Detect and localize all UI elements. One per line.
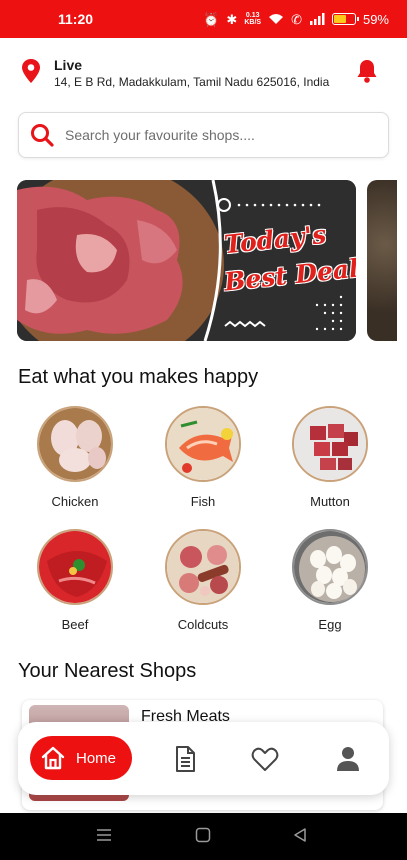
category-label: Mutton xyxy=(310,494,350,509)
home-icon xyxy=(41,746,65,770)
battery-icon xyxy=(331,13,359,25)
net-speed-unit: KB/S xyxy=(244,19,262,26)
location-title: Live xyxy=(54,57,83,73)
back-button-icon[interactable] xyxy=(292,827,308,843)
wifi-call-icon: ✆ xyxy=(291,11,302,27)
category-fish[interactable]: Fish xyxy=(153,406,253,509)
profile-icon[interactable] xyxy=(333,744,363,774)
orders-icon[interactable] xyxy=(170,744,200,774)
net-speed: 0.13 KB/S xyxy=(244,12,261,26)
heart-icon[interactable] xyxy=(250,744,280,774)
category-label: Beef xyxy=(61,617,89,632)
nav-home-label: Home xyxy=(76,749,117,767)
beef-image xyxy=(37,529,113,605)
wifi-icon xyxy=(269,14,284,24)
location-pin-icon xyxy=(22,59,40,83)
battery-percent: 59% xyxy=(362,11,389,27)
status-bar: 11:20 ⏰ ✱ 0.13 KB/S ✆ 59% xyxy=(0,0,407,38)
fish-image xyxy=(165,406,241,482)
category-coldcuts[interactable]: Coldcuts xyxy=(153,529,253,632)
category-label: Fish xyxy=(190,494,216,509)
egg-image xyxy=(292,529,368,605)
search-icon xyxy=(31,124,54,147)
category-egg[interactable]: Egg xyxy=(280,529,380,632)
home-button-icon[interactable] xyxy=(195,827,211,843)
categories-title: Eat what you makes happy xyxy=(18,366,259,388)
chicken-image xyxy=(37,406,113,482)
battery-fill xyxy=(333,15,346,23)
notification-bell-icon[interactable] xyxy=(355,58,379,84)
bottom-navigation: Home xyxy=(18,722,389,795)
next-banner-peek[interactable] xyxy=(367,180,397,341)
category-label: Coldcuts xyxy=(177,617,229,632)
category-label: Egg xyxy=(318,617,342,632)
search-input[interactable] xyxy=(65,127,388,143)
nearest-shops-title: Your Nearest Shops xyxy=(18,660,197,682)
search-bar[interactable] xyxy=(18,112,389,158)
status-icons: ⏰ ✱ 0.13 KB/S ✆ 59% xyxy=(203,12,389,27)
location-header[interactable]: Live 14, E B Rd, Madakkulam, Tamil Nadu … xyxy=(0,48,407,98)
system-navigation-bar xyxy=(0,813,407,860)
alarm-icon: ⏰ xyxy=(203,11,220,27)
category-chicken[interactable]: Chicken xyxy=(25,406,125,509)
category-beef[interactable]: Beef xyxy=(25,529,125,632)
category-label: Chicken xyxy=(51,494,99,509)
signal-icon xyxy=(309,13,325,25)
coldcuts-image xyxy=(165,529,241,605)
category-mutton[interactable]: Mutton xyxy=(280,406,380,509)
net-speed-value: 0.13 xyxy=(245,12,260,19)
location-address: 14, E B Rd, Madakkulam, Tamil Nadu 62501… xyxy=(54,75,330,89)
recents-button-icon[interactable] xyxy=(96,827,112,843)
nav-home-button[interactable]: Home xyxy=(30,736,132,780)
status-time: 11:20 xyxy=(58,11,94,27)
bluetooth-icon: ✱ xyxy=(226,11,238,27)
mutton-image xyxy=(292,406,368,482)
deal-banner[interactable]: Today's Best Deal! xyxy=(17,180,356,341)
